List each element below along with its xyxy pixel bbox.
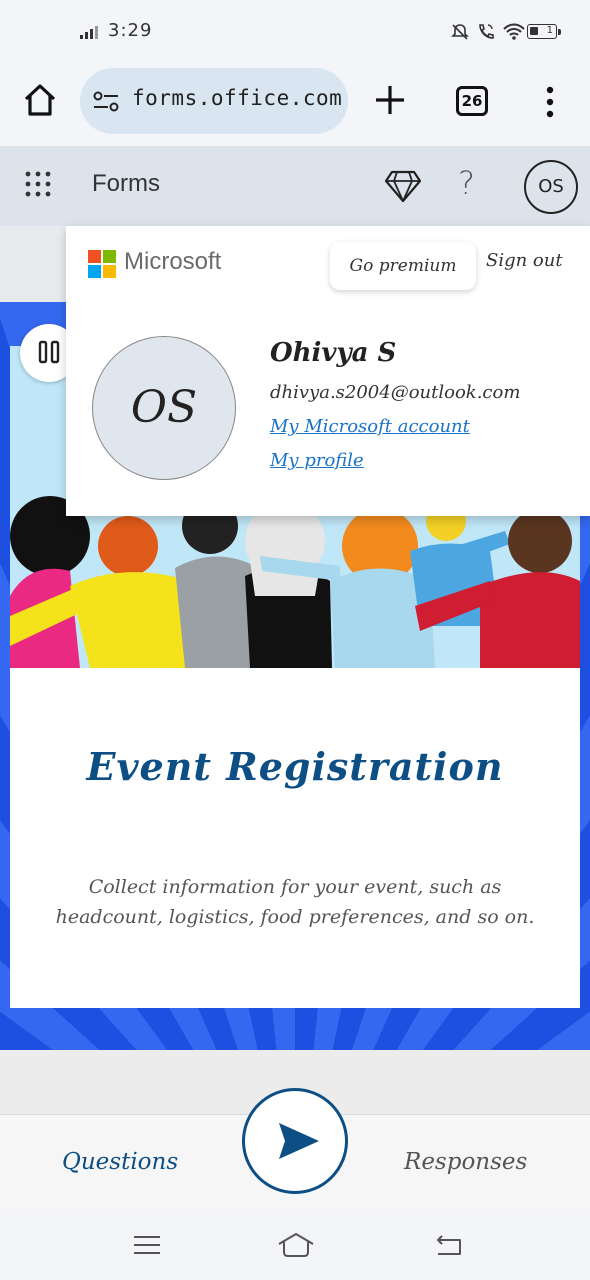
account-popup: Microsoft Go premium Sign out OS Ohivya … xyxy=(66,226,590,516)
battery-icon: 1 xyxy=(527,24,561,39)
system-navigation-bar xyxy=(0,1212,590,1280)
site-info-icon[interactable] xyxy=(92,90,120,114)
forms-header: Forms ? OS xyxy=(0,146,590,226)
signal-icon xyxy=(80,26,98,39)
recent-apps-icon[interactable] xyxy=(130,1230,164,1260)
back-icon[interactable] xyxy=(432,1230,466,1260)
browser-toolbar: forms.office.com 26 xyxy=(0,62,590,146)
microsoft-logo-icon xyxy=(88,250,116,278)
app-launcher-icon[interactable] xyxy=(24,170,52,198)
status-bar: 3:29 1 xyxy=(0,0,590,62)
plus-icon[interactable] xyxy=(372,82,408,118)
address-bar[interactable]: forms.office.com xyxy=(80,68,348,134)
microsoft-brand: Microsoft xyxy=(124,248,222,275)
sign-out-link[interactable]: Sign out xyxy=(486,250,563,271)
status-icons xyxy=(450,20,526,44)
account-avatar-button[interactable]: OS xyxy=(524,160,578,214)
user-email: dhivya.s2004@outlook.com xyxy=(270,382,521,403)
form-title[interactable]: Event Registration xyxy=(10,744,580,789)
mute-icon xyxy=(451,24,469,40)
my-profile-link[interactable]: My profile xyxy=(270,450,364,471)
more-vert-icon[interactable] xyxy=(540,84,560,120)
app-title: Forms xyxy=(92,170,160,197)
home-icon[interactable] xyxy=(20,80,60,120)
form-header-card: Event Registration Collect information f… xyxy=(10,668,580,1008)
wifi-call-icon xyxy=(479,24,494,39)
go-premium-button[interactable]: Go premium xyxy=(330,242,476,290)
send-button[interactable] xyxy=(242,1088,348,1194)
form-description[interactable]: Collect information for your event, such… xyxy=(50,872,540,932)
tab-responses[interactable]: Responses xyxy=(404,1149,527,1175)
user-name: Ohivya S xyxy=(270,338,397,368)
tab-switcher-button[interactable]: 26 xyxy=(456,86,488,116)
profile-avatar: OS xyxy=(92,336,236,480)
wifi-icon xyxy=(503,23,525,40)
home-nav-icon[interactable] xyxy=(276,1230,316,1260)
diamond-icon[interactable] xyxy=(384,168,422,204)
send-icon xyxy=(279,1123,319,1159)
help-button[interactable]: ? xyxy=(458,164,475,202)
tab-questions[interactable]: Questions xyxy=(62,1149,178,1175)
my-microsoft-account-link[interactable]: My Microsoft account xyxy=(270,416,470,437)
url-text[interactable]: forms.office.com xyxy=(132,86,342,110)
status-time: 3:29 xyxy=(108,20,153,41)
